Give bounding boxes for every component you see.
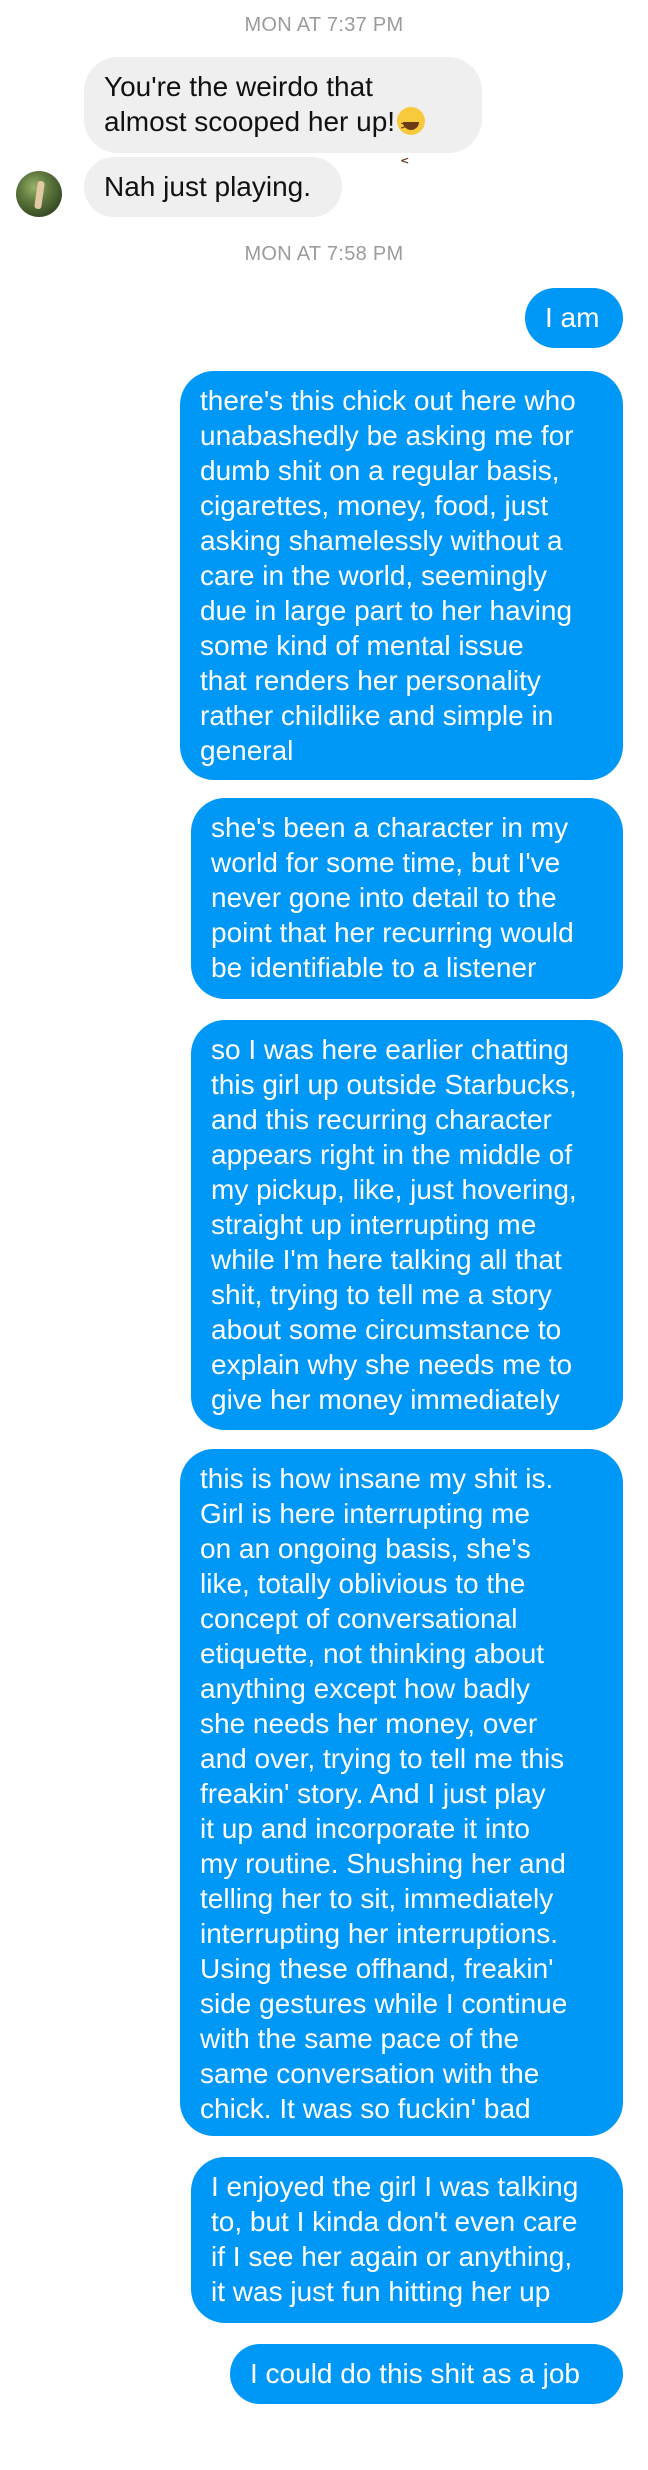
outgoing-message[interactable]: this is how insane my shit is. Girl is h…	[180, 1449, 623, 2136]
message-text: so I was here earlier chatting this girl…	[211, 1034, 577, 1415]
message-text: she's been a character in my world for s…	[211, 812, 574, 983]
laughing-face-icon	[397, 107, 426, 178]
message-text: I am	[545, 302, 600, 333]
avatar[interactable]	[16, 171, 62, 217]
message-text: there's this chick out here who unabashe…	[200, 385, 576, 766]
message-text: I could do this shit as a job	[250, 2358, 580, 2389]
outgoing-message[interactable]: she's been a character in my world for s…	[191, 798, 623, 999]
message-text: You're the weirdo that almost scooped he…	[104, 71, 396, 137]
timestamp: MON AT 7:37 PM	[244, 14, 404, 36]
message-text: this is how insane my shit is. Girl is h…	[200, 1463, 568, 2124]
timestamp: MON AT 7:58 PM	[244, 243, 404, 265]
message-text: Nah just playing.	[104, 171, 312, 202]
outgoing-message[interactable]: so I was here earlier chatting this girl…	[191, 1020, 623, 1430]
incoming-message[interactable]: You're the weirdo that almost scooped he…	[84, 57, 482, 178]
outgoing-message[interactable]: I am	[525, 288, 623, 348]
outgoing-message[interactable]: there's this chick out here who unabashe…	[180, 371, 623, 780]
outgoing-message[interactable]: I enjoyed the girl I was talking to, but…	[191, 2157, 623, 2323]
outgoing-message[interactable]: I could do this shit as a job	[230, 2344, 623, 2404]
incoming-message[interactable]: Nah just playing.	[84, 157, 342, 217]
message-text: I enjoyed the girl I was talking to, but…	[211, 2171, 579, 2307]
